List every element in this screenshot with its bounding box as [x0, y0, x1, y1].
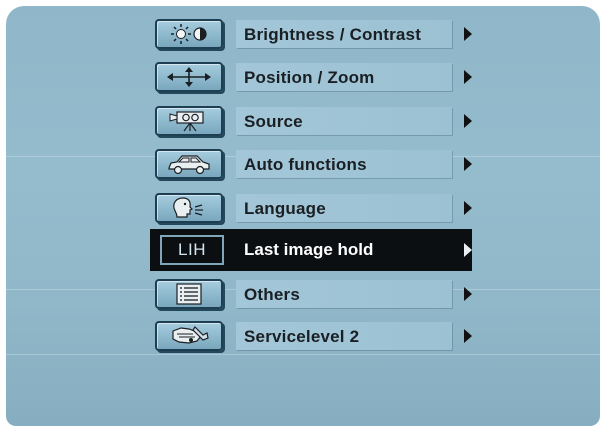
- menu-item-label: Last image hold: [244, 240, 374, 259]
- menu-item-label: Language: [244, 199, 326, 218]
- list-icon[interactable]: [155, 279, 223, 309]
- lih-icon-text: LIH: [178, 240, 206, 259]
- chevron-right-icon: [464, 114, 472, 128]
- menu-item-label: Source: [244, 112, 303, 131]
- menu-item-language[interactable]: Language: [0, 190, 606, 227]
- wrench-hand-icon[interactable]: [155, 321, 223, 351]
- menu-item-position-zoom[interactable]: Position / Zoom: [0, 59, 606, 96]
- menu-item-label: Auto functions: [244, 155, 367, 174]
- lih-icon[interactable]: LIH: [160, 235, 224, 265]
- car-icon[interactable]: [155, 149, 223, 179]
- chevron-right-icon: [464, 157, 472, 171]
- menu-item-label: Position / Zoom: [244, 68, 375, 87]
- chevron-right-icon: [464, 70, 472, 84]
- sun-contrast-icon[interactable]: [155, 19, 223, 49]
- chevron-right-icon: [464, 287, 472, 301]
- move-arrows-icon[interactable]: [155, 62, 223, 92]
- menu-item-source[interactable]: Source: [0, 103, 606, 140]
- menu-item-brightness-contrast[interactable]: Brightness / Contrast: [0, 16, 606, 53]
- chevron-right-icon: [464, 329, 472, 343]
- menu-item-label: Others: [244, 285, 300, 304]
- menu-item-label: Servicelevel 2: [244, 327, 360, 346]
- menu-item-others[interactable]: Others: [0, 276, 606, 313]
- projector-icon[interactable]: [155, 106, 223, 136]
- chevron-right-icon: [464, 201, 472, 215]
- speaking-head-icon[interactable]: [155, 193, 223, 223]
- chevron-right-icon: [464, 27, 472, 41]
- osd-menu: Brightness / Contrast Position / Zoom So…: [0, 0, 606, 428]
- chevron-right-icon: [464, 243, 472, 257]
- menu-item-label: Brightness / Contrast: [244, 25, 422, 44]
- menu-item-servicelevel-2[interactable]: Servicelevel 2: [0, 318, 606, 355]
- menu-item-auto-functions[interactable]: Auto functions: [0, 146, 606, 183]
